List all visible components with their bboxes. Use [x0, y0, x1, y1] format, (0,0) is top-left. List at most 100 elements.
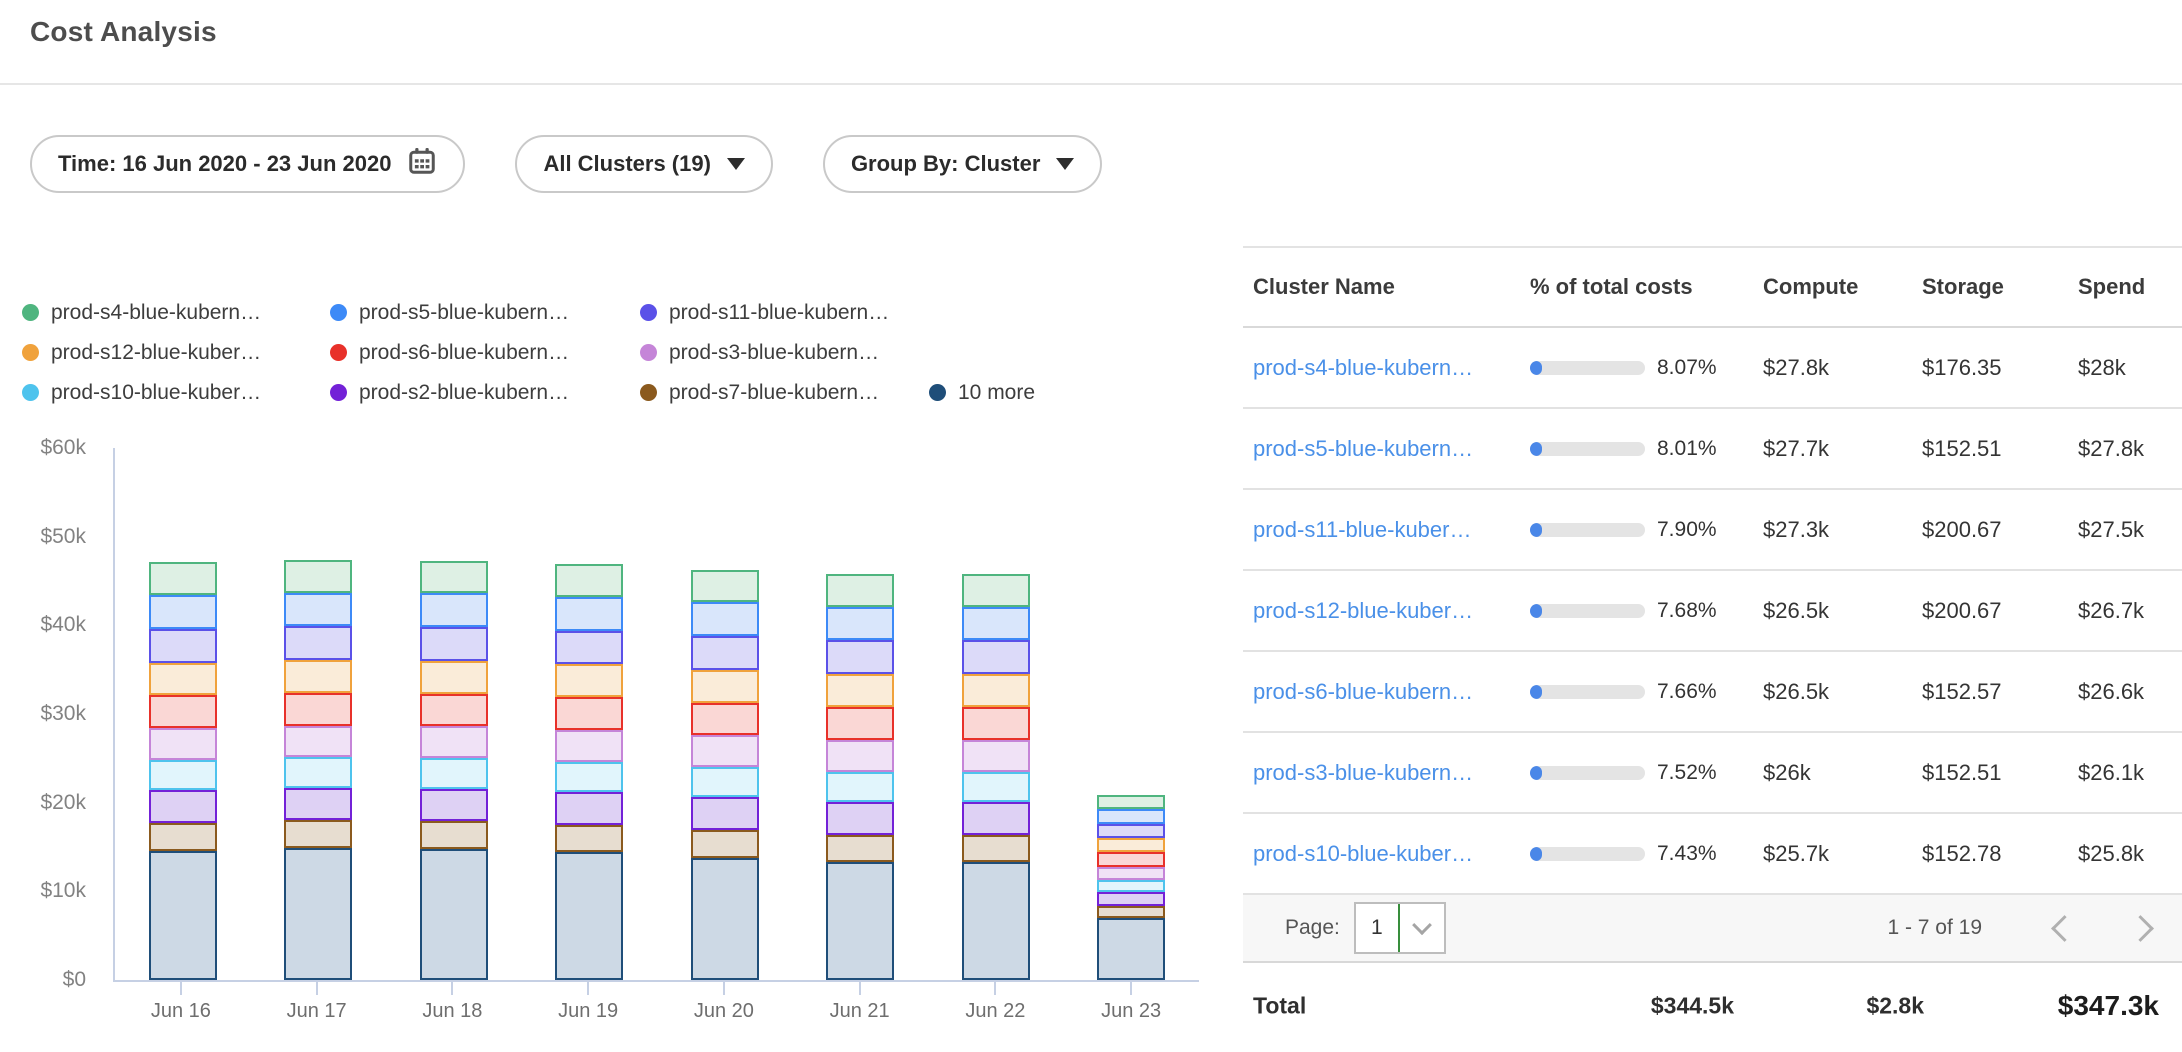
bar-segment[interactable] [826, 740, 894, 772]
bar-segment[interactable] [420, 561, 488, 594]
bar-segment[interactable] [962, 574, 1030, 607]
bar-segment[interactable] [149, 760, 217, 790]
bar-segment[interactable] [149, 629, 217, 663]
bar-segment[interactable] [284, 788, 352, 821]
legend-item[interactable]: prod-s12-blue-kuber… [22, 341, 330, 365]
bar-segment[interactable] [555, 564, 623, 597]
legend-item[interactable]: prod-s11-blue-kubern… [640, 301, 929, 325]
bar-segment[interactable] [420, 694, 488, 727]
bar-segment[interactable] [826, 707, 894, 740]
bar-segment[interactable] [284, 660, 352, 693]
bar-segment[interactable] [826, 640, 894, 674]
legend-item[interactable]: prod-s6-blue-kubern… [330, 341, 640, 365]
bar-segment[interactable] [284, 593, 352, 627]
page-select[interactable]: 1 [1354, 902, 1446, 954]
bar-segment[interactable] [555, 697, 623, 730]
bar-segment[interactable] [962, 607, 1030, 641]
clusters-filter[interactable]: All Clusters (19) [515, 135, 773, 193]
bar-segment[interactable] [1097, 892, 1165, 906]
prev-page-button[interactable] [2044, 908, 2084, 948]
bar-segment[interactable] [1097, 809, 1165, 824]
bar-segment[interactable] [1097, 918, 1165, 980]
cluster-link[interactable]: prod-s5-blue-kubern… [1253, 436, 1473, 461]
next-page-button[interactable] [2120, 908, 2160, 948]
bar-segment[interactable] [1097, 795, 1165, 809]
bar-segment[interactable] [284, 560, 352, 593]
bar-segment[interactable] [962, 640, 1030, 674]
bar-segment[interactable] [149, 663, 217, 696]
bar-segment[interactable] [284, 693, 352, 726]
bar-segment[interactable] [691, 602, 759, 636]
bar-segment[interactable] [149, 790, 217, 823]
cluster-link[interactable]: prod-s6-blue-kubern… [1253, 679, 1473, 704]
cluster-link[interactable]: prod-s12-blue-kuber… [1253, 598, 1473, 623]
bar-segment[interactable] [555, 792, 623, 825]
bar-segment[interactable] [691, 670, 759, 703]
bar-segment[interactable] [1097, 906, 1165, 918]
bar-segment[interactable] [1097, 824, 1165, 838]
cluster-link[interactable]: prod-s3-blue-kubern… [1253, 760, 1473, 785]
bar-segment[interactable] [826, 674, 894, 707]
bar-segment[interactable] [149, 851, 217, 980]
group-by-filter[interactable]: Group By: Cluster [823, 135, 1102, 193]
bar-segment[interactable] [149, 562, 217, 595]
bar-segment[interactable] [691, 636, 759, 670]
legend-item[interactable]: prod-s10-blue-kuber… [22, 381, 330, 405]
bar-segment[interactable] [691, 735, 759, 767]
bar-segment[interactable] [826, 574, 894, 607]
bar-segment[interactable] [284, 726, 352, 758]
bar-segment[interactable] [962, 802, 1030, 835]
bar-segment[interactable] [284, 820, 352, 847]
bar-segment[interactable] [149, 695, 217, 728]
bar-segment[interactable] [420, 593, 488, 627]
bar-segment[interactable] [1097, 852, 1165, 866]
bar-segment[interactable] [149, 595, 217, 629]
bar-segment[interactable] [962, 707, 1030, 740]
bar-segment[interactable] [420, 789, 488, 822]
bar-segment[interactable] [555, 825, 623, 852]
bar-segment[interactable] [691, 767, 759, 797]
bar-segment[interactable] [420, 849, 488, 980]
legend-item[interactable]: prod-s4-blue-kubern… [22, 301, 330, 325]
bar-segment[interactable] [555, 852, 623, 980]
bar-segment[interactable] [826, 802, 894, 835]
bar-segment[interactable] [555, 597, 623, 631]
time-range-filter[interactable]: Time: 16 Jun 2020 - 23 Jun 2020 [30, 135, 465, 193]
bar-segment[interactable] [149, 728, 217, 760]
bar-segment[interactable] [962, 835, 1030, 862]
bar-segment[interactable] [1097, 880, 1165, 892]
bar-segment[interactable] [962, 862, 1030, 980]
bar-segment[interactable] [555, 762, 623, 792]
bar-segment[interactable] [284, 848, 352, 980]
bar-segment[interactable] [284, 626, 352, 660]
cluster-link[interactable]: prod-s10-blue-kuber… [1253, 841, 1473, 866]
legend-item[interactable]: prod-s7-blue-kubern… [640, 381, 929, 405]
bar-segment[interactable] [691, 797, 759, 830]
bar-segment[interactable] [826, 862, 894, 980]
bar-segment[interactable] [149, 823, 217, 850]
bar-segment[interactable] [1097, 838, 1165, 852]
bar-segment[interactable] [962, 772, 1030, 802]
bar-segment[interactable] [555, 664, 623, 697]
bar-segment[interactable] [1097, 867, 1165, 880]
bar-segment[interactable] [826, 607, 894, 641]
legend-item[interactable]: prod-s5-blue-kubern… [330, 301, 640, 325]
bar-segment[interactable] [555, 631, 623, 665]
legend-item[interactable]: 10 more [929, 381, 1035, 405]
bar-segment[interactable] [555, 730, 623, 762]
cluster-link[interactable]: prod-s11-blue-kuber… [1253, 517, 1471, 542]
cluster-link[interactable]: prod-s4-blue-kubern… [1253, 355, 1473, 380]
bar-segment[interactable] [420, 661, 488, 694]
bar-segment[interactable] [826, 772, 894, 802]
bar-segment[interactable] [420, 627, 488, 661]
bar-segment[interactable] [962, 740, 1030, 772]
bar-segment[interactable] [420, 758, 488, 788]
bar-segment[interactable] [826, 835, 894, 862]
legend-item[interactable]: prod-s2-blue-kubern… [330, 381, 640, 405]
bar-segment[interactable] [691, 830, 759, 857]
bar-segment[interactable] [420, 821, 488, 848]
bar-segment[interactable] [284, 757, 352, 787]
bar-segment[interactable] [962, 674, 1030, 707]
legend-item[interactable]: prod-s3-blue-kubern… [640, 341, 929, 365]
bar-segment[interactable] [691, 570, 759, 603]
